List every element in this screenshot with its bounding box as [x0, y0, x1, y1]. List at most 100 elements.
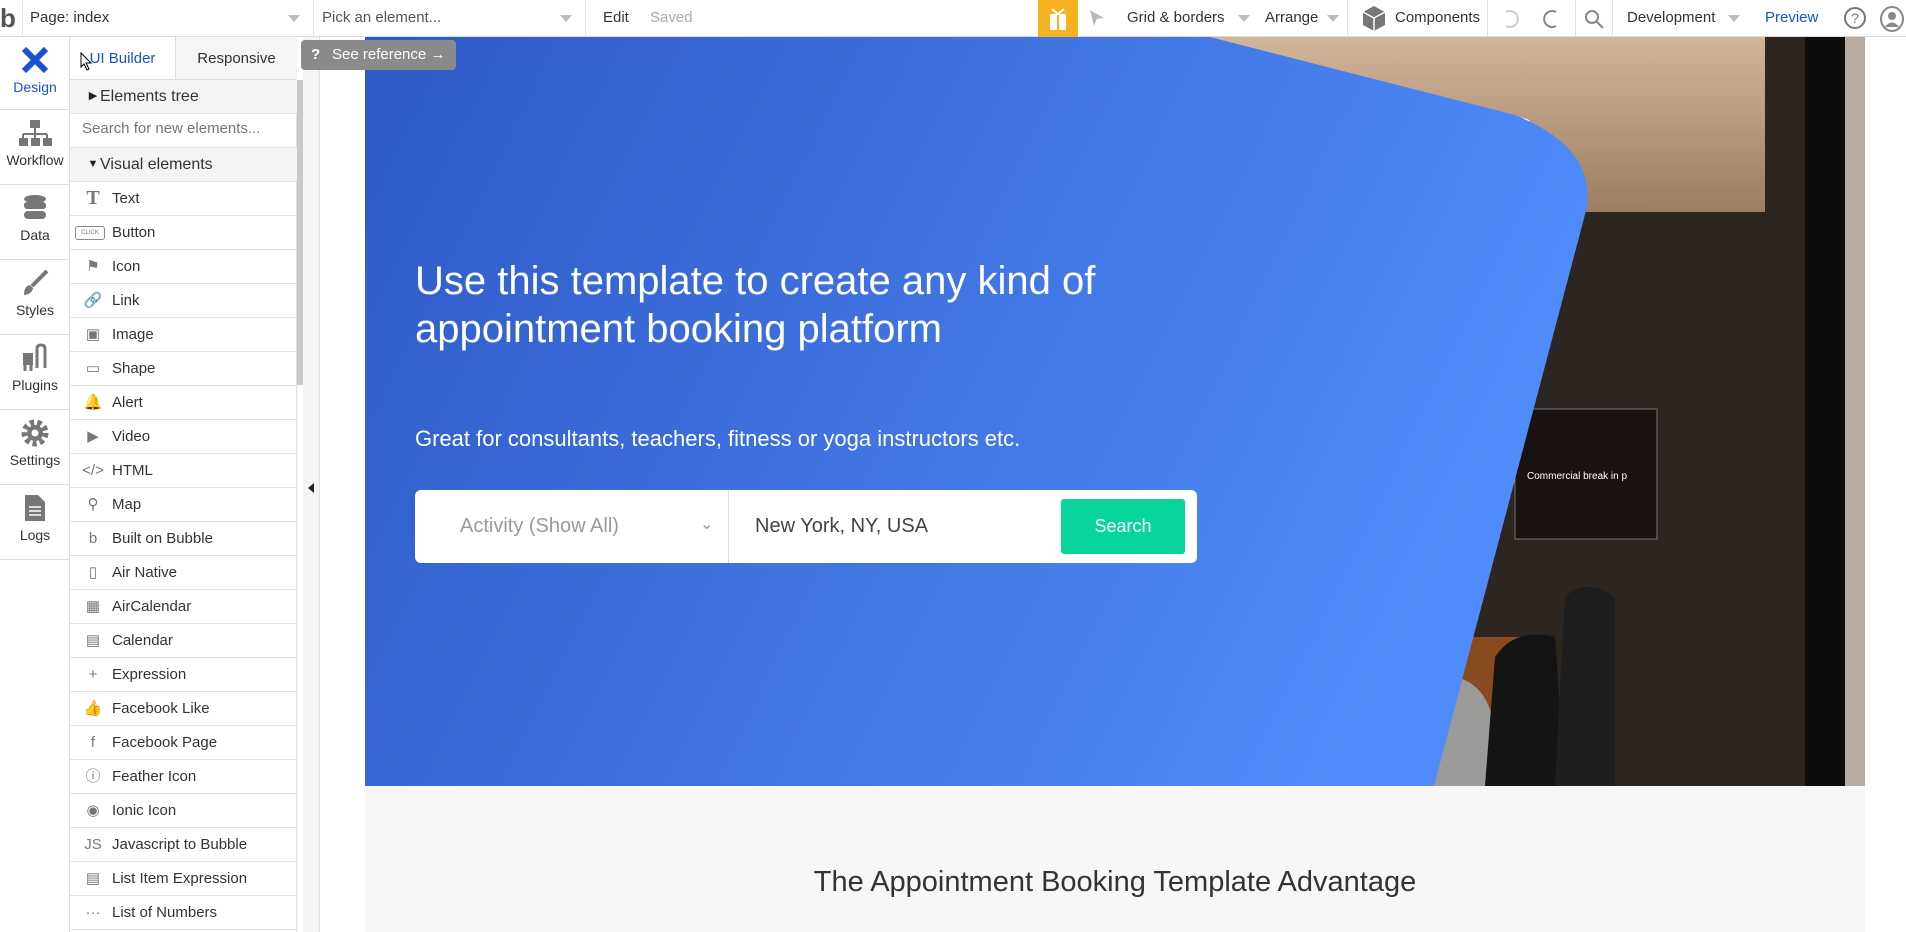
- element-icon: b: [88, 530, 98, 547]
- nav-logs[interactable]: Logs: [0, 485, 70, 560]
- element-item-calendar[interactable]: ▤ Calendar: [70, 624, 297, 658]
- element-icon: ▭: [85, 360, 101, 377]
- visual-elements-toggle[interactable]: ▼ Visual elements: [70, 148, 297, 182]
- chevron-down-icon[interactable]: [288, 15, 300, 22]
- element-icon: +: [88, 666, 98, 683]
- search-elements-input[interactable]: [82, 120, 287, 137]
- element-label: Feather Icon: [112, 768, 197, 785]
- hero-section: Commercial break in p Use this template …: [365, 37, 1865, 786]
- chevron-down-icon[interactable]: [1728, 15, 1740, 22]
- element-icon: ···: [85, 904, 101, 921]
- preview-button[interactable]: Preview: [1765, 9, 1818, 26]
- element-icon: f: [90, 734, 96, 751]
- location-input[interactable]: New York, NY, USA: [755, 515, 928, 538]
- search-button[interactable]: Search: [1061, 499, 1185, 554]
- nav-settings[interactable]: Settings: [0, 410, 70, 485]
- element-icon: 👍: [83, 700, 103, 717]
- chevron-down-icon[interactable]: [560, 15, 572, 22]
- nav-design[interactable]: Design: [0, 37, 70, 110]
- element-label: Air Native: [112, 564, 178, 581]
- element-item-expression[interactable]: + Expression: [70, 658, 297, 692]
- section-heading: The Appointment Booking Template Advanta…: [813, 866, 1417, 898]
- hero-blue-shape: [365, 37, 1588, 786]
- activity-select[interactable]: Activity (Show All) ⌄: [415, 490, 729, 563]
- element-item-aircalendar[interactable]: ▦ AirCalendar: [70, 590, 297, 624]
- element-label: Button: [112, 224, 156, 241]
- element-picker[interactable]: Pick an element...: [322, 9, 441, 26]
- top-toolbar: b Page: index Pick an element... Edit Sa…: [0, 0, 1906, 37]
- element-icon: T: [86, 187, 100, 209]
- element-item-feather-icon[interactable]: ⓘ Feather Icon: [70, 760, 297, 794]
- undo-icon[interactable]: [1500, 8, 1522, 30]
- element-label: Facebook Page: [112, 734, 218, 751]
- element-item-list-item-expression[interactable]: ▤ List Item Expression: [70, 862, 297, 896]
- element-item-map[interactable]: ⚲ Map: [70, 488, 297, 522]
- nav-styles[interactable]: Styles: [0, 260, 70, 335]
- element-item-button[interactable]: CLICK Button: [70, 216, 297, 250]
- nav-plugins[interactable]: Plugins: [0, 335, 70, 410]
- element-item-facebook-like[interactable]: 👍 Facebook Like: [70, 692, 297, 726]
- arrange-menu[interactable]: Arrange: [1265, 9, 1318, 26]
- element-item-link[interactable]: 🔗 Link: [70, 284, 297, 318]
- element-item-video[interactable]: ▶ Video: [70, 420, 297, 454]
- components-cube-icon: [1362, 6, 1386, 31]
- nav-data[interactable]: Data: [0, 185, 70, 260]
- element-label: AirCalendar: [112, 598, 192, 615]
- element-item-html[interactable]: </> HTML: [70, 454, 297, 488]
- element-item-text[interactable]: T Text: [70, 182, 297, 216]
- document-icon: [25, 495, 45, 521]
- element-item-javascript-to-bubble[interactable]: JS Javascript to Bubble: [70, 828, 297, 862]
- element-icon: 🔗: [83, 292, 103, 309]
- element-item-alert[interactable]: 🔔 Alert: [70, 386, 297, 420]
- element-item-built-on-bubble[interactable]: b Built on Bubble: [70, 522, 297, 556]
- elements-tree-toggle[interactable]: ▶ Elements tree: [70, 80, 297, 114]
- element-label: Ionic Icon: [112, 802, 177, 819]
- bubble-logo-icon[interactable]: b: [0, 3, 16, 34]
- help-icon[interactable]: ?: [1843, 6, 1867, 30]
- headline-line: appointment booking platform: [415, 307, 942, 351]
- svg-text:?: ?: [1851, 10, 1859, 26]
- element-item-list-of-numbers[interactable]: ··· List of Numbers: [70, 896, 297, 930]
- workflow-icon: [19, 120, 52, 146]
- elements-tree-label: Elements tree: [100, 88, 199, 105]
- search-icon[interactable]: [1583, 8, 1605, 30]
- gift-icon: [1050, 8, 1066, 30]
- hero-background: Commercial break in p: [365, 37, 1865, 786]
- element-item-image[interactable]: ▣ Image: [70, 318, 297, 352]
- see-reference-tooltip[interactable]: ? See reference →: [301, 40, 456, 70]
- element-item-facebook-page[interactable]: f Facebook Page: [70, 726, 297, 760]
- element-icon: JS: [84, 836, 102, 853]
- element-item-shape[interactable]: ▭ Shape: [70, 352, 297, 386]
- edit-button[interactable]: Edit: [603, 9, 629, 26]
- element-item-ionic-icon[interactable]: ◉ Ionic Icon: [70, 794, 297, 828]
- gift-button[interactable]: [1038, 0, 1078, 37]
- nav-label: Data: [20, 227, 50, 243]
- collapse-panel-icon[interactable]: [308, 483, 314, 493]
- panel-collapse-gutter: [303, 37, 320, 932]
- chevron-down-icon[interactable]: [1327, 15, 1339, 22]
- element-icon: ▤: [85, 632, 101, 649]
- components-button[interactable]: Components: [1395, 9, 1480, 26]
- nav-workflow[interactable]: Workflow: [0, 110, 70, 185]
- grid-borders-menu[interactable]: Grid & borders: [1127, 9, 1225, 26]
- element-icon: ▯: [88, 564, 98, 581]
- environment-selector[interactable]: Development: [1627, 9, 1715, 26]
- chevron-down-icon[interactable]: [1238, 15, 1250, 22]
- element-item-air-native[interactable]: ▯ Air Native: [70, 556, 297, 590]
- user-avatar-icon[interactable]: [1880, 6, 1904, 32]
- redo-icon[interactable]: [1540, 8, 1562, 30]
- element-icon: ⓘ: [85, 768, 101, 785]
- selector-arrow-icon[interactable]: [1088, 8, 1106, 28]
- element-icon: ◉: [86, 802, 100, 819]
- element-search[interactable]: [70, 114, 297, 148]
- elements-panel: UI Builder Responsive ▶ Elements tree ▼ …: [70, 37, 297, 932]
- element-item-icon[interactable]: ⚑ Icon: [70, 250, 297, 284]
- element-label: Map: [112, 496, 142, 513]
- element-label: Link: [112, 292, 140, 309]
- page-selector[interactable]: Page: index: [30, 9, 109, 26]
- element-label: Video: [112, 428, 151, 445]
- tab-responsive[interactable]: Responsive: [175, 37, 297, 80]
- element-icon: ▤: [85, 870, 101, 887]
- advantage-section: The Appointment Booking Template Advanta…: [365, 786, 1865, 932]
- database-icon: [24, 195, 46, 219]
